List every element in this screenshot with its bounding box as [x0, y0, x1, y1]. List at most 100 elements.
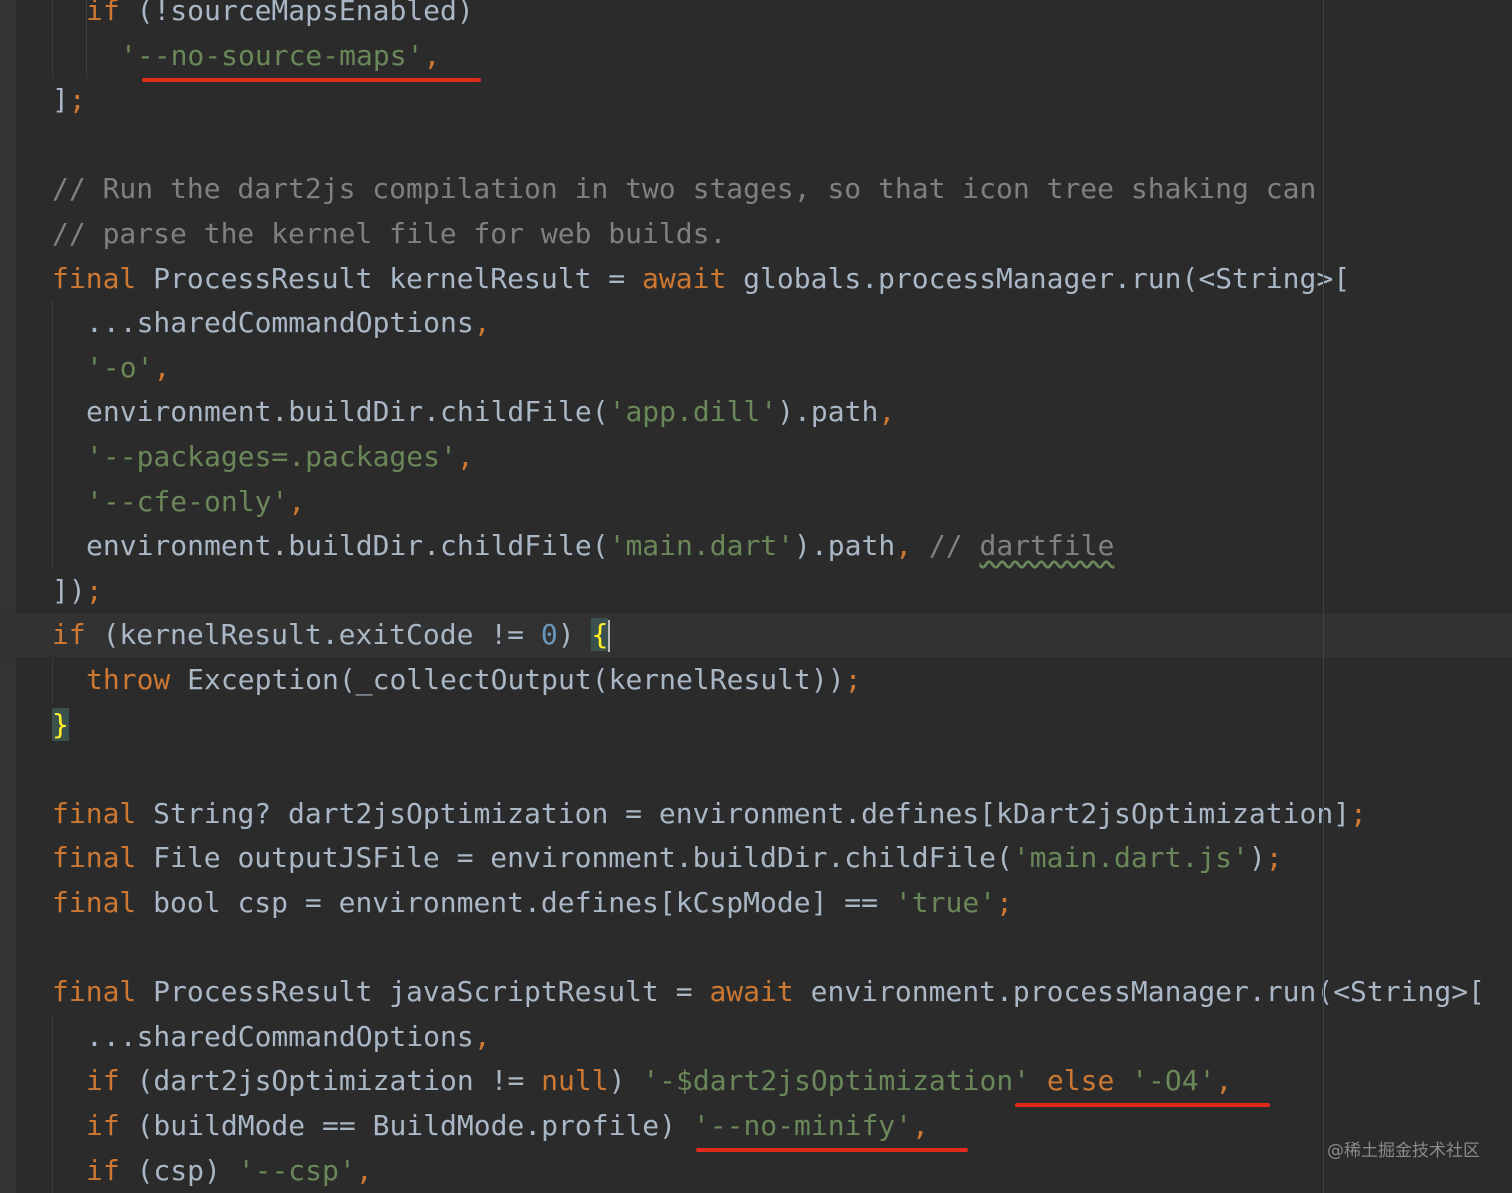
red-annotation-underline — [141, 77, 481, 82]
code-token: '--cfe-only' — [86, 484, 289, 518]
code-token: String? dart2jsOptimization = environmen… — [136, 796, 1351, 830]
code-line[interactable]: ...sharedCommandOptions, — [0, 301, 1512, 345]
code-token: await — [642, 261, 727, 295]
code-token: else — [1046, 1064, 1115, 1098]
code-token: , — [912, 1109, 929, 1142]
code-token: , — [878, 395, 896, 429]
code-token: (buildMode == BuildMode.profile) — [119, 1109, 693, 1142]
code-token: , — [473, 306, 491, 340]
indent-guide — [52, 301, 53, 569]
code-token: ) — [1248, 841, 1266, 875]
code-token: null — [541, 1064, 609, 1098]
code-token: ; — [85, 573, 103, 607]
code-token: ; — [68, 83, 86, 117]
code-token: 'main.dart.js' — [1012, 841, 1249, 875]
code-token: ; — [1265, 841, 1283, 875]
code-token: '--no-minify' — [692, 1109, 913, 1142]
code-token: ; — [1350, 796, 1367, 830]
code-line[interactable]: if (!sourceMapsEnabled) — [0, 0, 1512, 33]
code-token: ) — [557, 618, 592, 652]
code-token: 'app.dill' — [608, 395, 778, 429]
code-line[interactable]: '--no-source-maps', — [0, 34, 1512, 78]
code-line[interactable]: final bool csp = environment.defines[kCs… — [0, 881, 1512, 925]
indent-guide — [86, 0, 87, 79]
code-token: ProcessResult javaScriptResult = — [136, 975, 710, 1009]
code-token: if — [52, 618, 86, 652]
code-token: 0 — [540, 618, 558, 652]
code-line[interactable]: if (buildMode == BuildMode.profile) '--n… — [0, 1104, 1512, 1148]
code-line[interactable]: throw Exception(_collectOutput(kernelRes… — [0, 658, 1512, 702]
code-token: '-O4' — [1131, 1064, 1216, 1098]
code-token: final — [52, 841, 137, 875]
code-token: await — [709, 975, 794, 1009]
code-token: 'true' — [894, 886, 997, 919]
code-token: ; — [844, 663, 862, 696]
code-token: final — [52, 975, 137, 1009]
code-token: // Run the dart2js compilation in two st… — [52, 172, 1317, 206]
code-token: '--packages=.packages' — [86, 440, 457, 473]
code-token: if — [86, 1153, 120, 1187]
code-token: } — [52, 707, 69, 741]
code-token: final — [52, 796, 137, 830]
code-line[interactable]: } — [0, 703, 1512, 747]
code-line[interactable] — [0, 123, 1512, 167]
code-token: final — [52, 886, 137, 919]
code-token: '-$dart2jsOptimization' — [642, 1064, 1031, 1098]
code-token: globals.processManager.run(<String>[ — [726, 261, 1351, 295]
code-token: , — [423, 38, 441, 72]
code-line[interactable] — [0, 926, 1512, 970]
code-token: environment.processManager.run(<String>[ — [793, 975, 1485, 1009]
red-annotation-underline — [695, 1148, 968, 1152]
code-token: Exception(_collectOutput(kernelResult)) — [170, 663, 845, 696]
code-token: ; — [996, 886, 1013, 919]
code-line[interactable]: '--cfe-only', — [0, 480, 1512, 524]
code-line[interactable]: if (dart2jsOptimization != null) '-$dart… — [0, 1059, 1512, 1103]
code-token: (dart2jsOptimization != — [119, 1064, 542, 1098]
code-token: '-o' — [86, 350, 154, 384]
code-line[interactable]: // parse the kernel file for web builds. — [0, 212, 1512, 256]
code-token: bool csp = environment.defines[kCspMode]… — [136, 886, 895, 919]
code-token: , — [1215, 1064, 1233, 1098]
code-token: , — [355, 1153, 373, 1187]
code-line[interactable]: final File outputJSFile = environment.bu… — [0, 836, 1512, 880]
code-token: ) — [608, 1064, 643, 1098]
code-token: { — [591, 618, 609, 652]
code-token: , — [288, 484, 306, 518]
code-token: , — [153, 350, 171, 384]
code-line[interactable]: environment.buildDir.childFile('app.dill… — [0, 390, 1512, 434]
code-line[interactable]: // Run the dart2js compilation in two st… — [0, 167, 1512, 211]
code-line[interactable]: final ProcessResult javaScriptResult = a… — [0, 970, 1512, 1014]
code-line[interactable]: '-o', — [0, 346, 1512, 390]
code-line[interactable]: ]; — [0, 78, 1512, 122]
code-line[interactable]: if (kernelResult.exitCode != 0) { — [0, 613, 1512, 658]
code-token: environment.buildDir.childFile( — [86, 529, 609, 563]
code-token: throw — [86, 663, 171, 696]
code-token: ...sharedCommandOptions — [86, 1019, 474, 1053]
code-token: if — [86, 1109, 120, 1142]
text-caret — [608, 620, 611, 653]
code-token: // — [912, 529, 980, 563]
indent-guide — [52, 658, 53, 703]
code-token: environment.buildDir.childFile( — [86, 395, 609, 429]
code-token: (kernelResult.exitCode != — [85, 618, 541, 652]
code-line[interactable]: '--packages=.packages', — [0, 435, 1512, 479]
code-token: ] — [52, 83, 69, 117]
code-line[interactable]: ...sharedCommandOptions, — [0, 1015, 1512, 1059]
code-editor[interactable]: if (!sourceMapsEnabled) '--no-source-maps… — [0, 0, 1512, 1193]
code-line[interactable] — [0, 747, 1512, 791]
code-line[interactable]: environment.buildDir.childFile('main.dar… — [0, 524, 1512, 568]
code-token: ProcessResult kernelResult = — [136, 261, 643, 295]
code-token: ...sharedCommandOptions — [86, 306, 474, 340]
code-token: (csp) — [119, 1153, 238, 1187]
code-token: '--csp' — [237, 1153, 356, 1187]
code-line[interactable]: final String? dart2jsOptimization = envi… — [0, 792, 1512, 836]
code-line[interactable]: final ProcessResult kernelResult = await… — [0, 257, 1512, 301]
code-token: '--no-source-maps' — [120, 38, 424, 72]
code-token: // parse the kernel file for web builds. — [52, 217, 727, 250]
code-line[interactable]: if (csp) '--csp', — [0, 1149, 1512, 1193]
code-token: final — [52, 261, 137, 295]
code-line[interactable]: ]); — [0, 569, 1512, 613]
code-token: ).path — [794, 529, 896, 563]
code-token: , — [456, 440, 474, 473]
code-token: ).path — [777, 395, 879, 429]
